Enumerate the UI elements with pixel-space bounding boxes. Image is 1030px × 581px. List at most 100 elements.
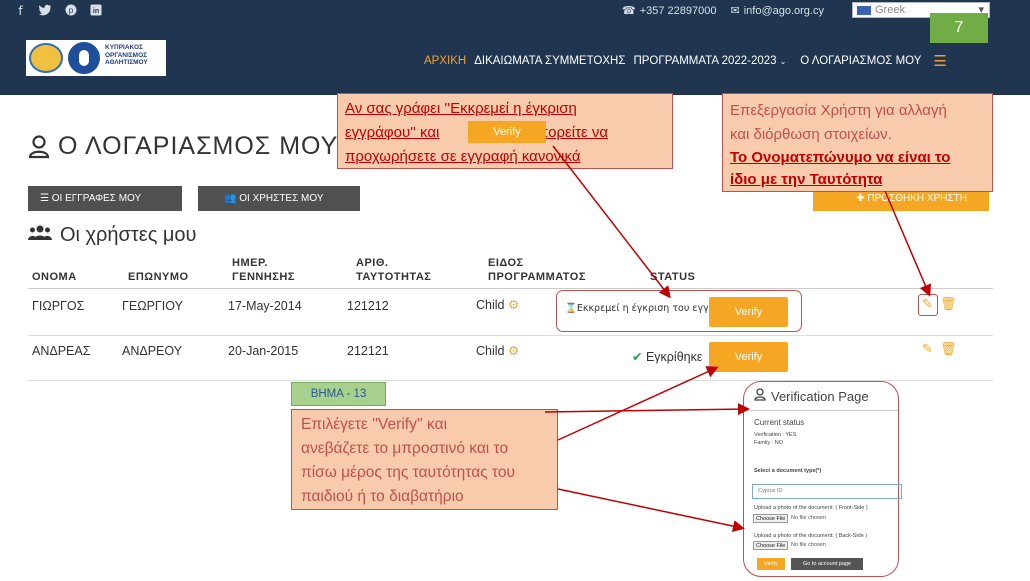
cell-surname: ΑΝΔΡΕΟΥ bbox=[122, 344, 183, 358]
back-side-label: Upload a photo of the document: ( Back-S… bbox=[754, 533, 868, 539]
edit-icon[interactable]: ✎ bbox=[922, 342, 933, 357]
callout-line: και διόρθωση στοιχείων. bbox=[730, 126, 892, 143]
cell-program: Child ⚙ bbox=[476, 297, 519, 312]
logo-emblem-icon bbox=[29, 43, 63, 73]
plus-icon: ✚ bbox=[856, 193, 868, 204]
cell-name: ΑΝΔΡΕΑΣ bbox=[32, 344, 91, 358]
header-id: ΑΡΙΘ. ΤΑΥΤΟΤΗΤΑΣ bbox=[356, 256, 431, 284]
nav-home[interactable]: ΑΡΧΙΚΗ bbox=[424, 55, 466, 67]
step-label: ΒΗΜΑ - 13 bbox=[291, 382, 386, 406]
gear-icon[interactable]: ⚙ bbox=[508, 344, 519, 358]
logo-text: ΚΥΠΡΙΑΚΟΣ ΟΡΓΑΝΙΣΜΟΣ ΑΘΛΗΤΙΣΜΟΥ bbox=[105, 44, 148, 66]
panel-verify-button[interactable]: Verify bbox=[757, 558, 785, 570]
slide: { "topbar": { "social": ["f", "🐦", "P", … bbox=[0, 0, 1030, 581]
flag-icon bbox=[857, 6, 871, 15]
header-birth-line1: ΗΜΕΡ. bbox=[232, 257, 268, 269]
users-icon: 👥 bbox=[224, 193, 240, 204]
current-status-label: Current status bbox=[754, 418, 805, 427]
header-program-line1: ΕΙΔΟΣ bbox=[488, 257, 524, 269]
verification-title-text: Verification Page bbox=[771, 388, 869, 404]
cell-id: 212121 bbox=[347, 344, 389, 358]
phone-link[interactable]: ☎ +357 22897000 bbox=[622, 4, 716, 17]
nav-programs-label: ΠΡΟΓΡΑΜΜΑΤΑ 2022-2023 bbox=[633, 55, 777, 67]
main-nav: ΑΡΧΙΚΗ ΔΙΚΑΙΩΜΑΤΑ ΣΥΜΜΕΤΟΧΗΣ ΠΡΟΓΡΑΜΜΑΤΑ… bbox=[424, 52, 947, 70]
page-title-text: Ο ΛΟΓΑΡΙΑΣΜΟΣ ΜΟΥ bbox=[58, 132, 339, 160]
contact-info: ☎ +357 22897000 ✉ info@ago.org.cy bbox=[622, 4, 824, 17]
users-icon bbox=[28, 224, 52, 247]
callout-edit: Επεξεργασία Χρήστη για αλλαγή και διόρθω… bbox=[722, 93, 993, 192]
header-surname: ΕΠΩΝΥΜΟ bbox=[128, 271, 189, 283]
section-title-text: Οι χρήστες μου bbox=[60, 224, 197, 246]
nav-account[interactable]: Ο ΛΟΓΑΡΙΑΣΜΟΣ ΜΟΥ bbox=[800, 55, 921, 67]
arrow-to-file-upload bbox=[557, 488, 745, 533]
add-user-label: ΠΡΟΣΘΗΚΗ ΧΡΗΣΤΗ bbox=[867, 193, 967, 204]
verification-status: Verification : YES bbox=[754, 432, 797, 438]
cell-program: Child ⚙ bbox=[476, 343, 519, 358]
document-type-select[interactable]: Cyprus ID bbox=[752, 484, 902, 499]
callout-line: παιδιού ή το διαβατήριο bbox=[301, 488, 464, 505]
email-link[interactable]: ✉ info@ago.org.cy bbox=[730, 4, 823, 17]
trash-icon[interactable]: 🗑 bbox=[940, 297, 957, 312]
program-label: Child bbox=[476, 344, 505, 358]
callout-line: Επεξεργασία Χρήστη για αλλαγή bbox=[730, 102, 947, 119]
document-type-label: Select a document type(*) bbox=[754, 468, 822, 474]
header-birth: ΗΜΕΡ. ΓΕΝΝΗΣΗΣ bbox=[232, 256, 295, 284]
header-birth-line2: ΓΕΝΝΗΣΗΣ bbox=[232, 271, 295, 283]
callout-pending: Αν σας γράφει ''Εκκρεμεί η έγκριση εγγρά… bbox=[337, 93, 673, 169]
back-file-button[interactable]: Choose File bbox=[753, 541, 789, 550]
account-page-button[interactable]: Go to account page bbox=[791, 558, 863, 570]
email-address: info@ago.org.cy bbox=[743, 5, 824, 17]
status-approved: ✔ Εγκρίθηκε bbox=[632, 349, 702, 364]
my-users-button[interactable]: 👥 ΟΙ ΧΡΗΣΤΕΣ ΜΟΥ bbox=[198, 186, 360, 211]
cell-name: ΓΙΩΡΓΟΣ bbox=[32, 299, 85, 313]
family-status: Family : NO bbox=[754, 440, 784, 446]
header-program-line2: ΠΡΟΓΡΑΜΜΑΤΟΣ bbox=[488, 271, 586, 283]
callout-line: ανεβάζετε το μπροστινό και το bbox=[301, 440, 509, 457]
nav-rights[interactable]: ΔΙΚΑΙΩΜΑΤΑ ΣΥΜΜΕΤΟΧΗΣ bbox=[474, 55, 625, 67]
edit-highlight bbox=[918, 294, 938, 316]
svg-text:in: in bbox=[92, 8, 98, 15]
header-status: STATUS bbox=[650, 271, 696, 283]
program-label: Child bbox=[476, 298, 505, 312]
callout-line: ίδιο με την Ταυτότητα bbox=[730, 171, 883, 188]
front-side-label: Upload a photo of the document: ( Front-… bbox=[754, 505, 868, 511]
logo[interactable]: ΚΥΠΡΙΑΚΟΣ ΟΡΓΑΝΙΣΜΟΣ ΑΘΛΗΤΙΣΜΟΥ bbox=[26, 40, 166, 76]
menu-icon[interactable]: ☰ bbox=[933, 52, 946, 70]
callout-edit-emphasis: Το Ονοματεπώνυμο να είναι το ίδιο με την… bbox=[730, 147, 950, 191]
cell-surname: ΓΕΩΡΓΙΟΥ bbox=[122, 299, 183, 313]
social-links: f p in bbox=[14, 4, 102, 19]
pinterest-icon[interactable]: p bbox=[64, 4, 77, 19]
list-icon: ☰ bbox=[40, 193, 52, 204]
facebook-icon[interactable]: f bbox=[14, 4, 27, 19]
divider bbox=[744, 410, 898, 411]
verification-title: Verification Page bbox=[754, 388, 869, 404]
chevron-down-icon: ⌄ bbox=[779, 57, 787, 66]
my-registrations-button[interactable]: ☰ ΟΙ ΕΓΓΡΑΦΕΣ ΜΟΥ bbox=[28, 186, 182, 211]
callout-line: πίσω μέρος της ταυτότητας του bbox=[301, 464, 515, 481]
language-value: Greek bbox=[875, 4, 905, 16]
site-header: f p in ☎ +357 22897000 ✉ info@ago.org.cy G… bbox=[0, 0, 1030, 95]
svg-text:p: p bbox=[68, 6, 73, 15]
gear-icon[interactable]: ⚙ bbox=[508, 298, 519, 312]
callout-fragment: εγγράφου'' και bbox=[345, 124, 440, 141]
callout-line: Το Ονοματεπώνυμο να είναι το bbox=[730, 149, 951, 166]
my-registrations-label: ΟΙ ΕΓΓΡΑΦΕΣ ΜΟΥ bbox=[51, 193, 142, 204]
back-file-status: No file chosen bbox=[791, 542, 826, 548]
my-users-label: ΟΙ ΧΡΗΣΤΕΣ ΜΟΥ bbox=[239, 193, 324, 204]
callout-verify: Επιλέγετε ''Verify'' και ανεβάζετε το μπ… bbox=[291, 409, 558, 510]
linkedin-icon[interactable]: in bbox=[89, 4, 102, 19]
cell-birth: 20-Jan-2015 bbox=[228, 344, 299, 358]
logo-seal-icon bbox=[68, 42, 100, 74]
front-file-status: No file chosen bbox=[791, 515, 826, 521]
nav-programs[interactable]: ΠΡΟΓΡΑΜΜΑΤΑ 2022-2023 ⌄ bbox=[633, 55, 786, 67]
section-title: Οι χρήστες μου bbox=[28, 224, 197, 247]
trash-icon[interactable]: 🗑 bbox=[940, 342, 957, 357]
callout-edit-text: Επεξεργασία Χρήστη για αλλαγή και διόρθω… bbox=[730, 99, 947, 147]
twitter-icon[interactable] bbox=[39, 4, 52, 19]
user-icon bbox=[754, 388, 766, 404]
callout-line: προχωρήσετε σε εγγραφή κανονικά bbox=[345, 148, 581, 165]
status-highlight bbox=[556, 290, 802, 332]
front-file-button[interactable]: Choose File bbox=[753, 514, 789, 523]
user-icon bbox=[28, 134, 50, 159]
verify-button[interactable]: Verify bbox=[709, 342, 788, 372]
